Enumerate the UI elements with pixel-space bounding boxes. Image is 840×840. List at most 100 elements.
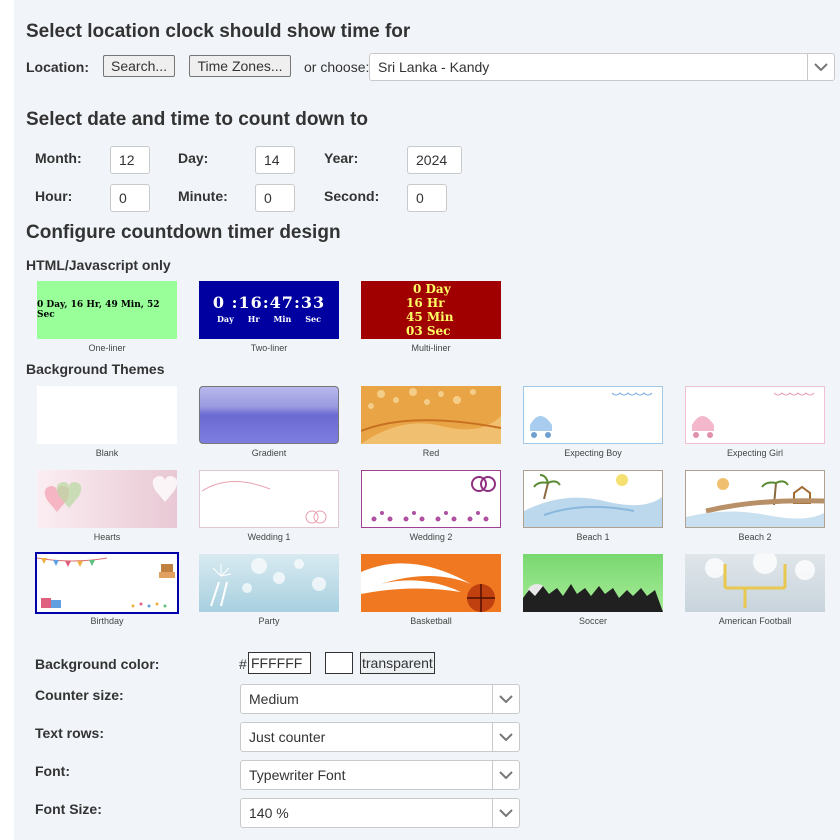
chevron-down-icon: [492, 723, 519, 751]
hearts-art: [44, 476, 177, 512]
hash-label: #: [239, 656, 247, 672]
background-color-label: Background color:: [35, 656, 160, 672]
counter-size-label: Counter size:: [35, 687, 124, 703]
birthday-art: [37, 557, 175, 608]
multi-line-min: 45 Min: [406, 310, 454, 324]
theme-caption: Hearts: [93, 532, 121, 542]
party-art: [210, 558, 326, 607]
unit-day: Day: [216, 314, 234, 324]
second-label: Second:: [324, 188, 380, 204]
month-input[interactable]: 12: [110, 146, 150, 174]
font-value: Typewriter Font: [249, 767, 346, 783]
stroller-art: [530, 392, 653, 438]
hour-label: Hour:: [35, 188, 73, 204]
location-select-value: Sri Lanka - Kandy: [378, 59, 490, 75]
search-button[interactable]: Search...: [103, 55, 175, 77]
theme-red[interactable]: [361, 386, 501, 444]
theme-expecting-girl[interactable]: [685, 386, 825, 444]
theme-caption: Gradient: [251, 448, 287, 458]
theme-caption: Soccer: [578, 616, 607, 626]
background-color-input[interactable]: FFFFFF: [248, 652, 311, 674]
theme-gradient[interactable]: [199, 386, 339, 444]
day-label: Day:: [178, 150, 209, 166]
theme-caption: Beach 2: [738, 532, 772, 542]
theme-basketball[interactable]: [361, 554, 501, 612]
multi-line-day: 0 Day: [413, 282, 451, 296]
theme-blank[interactable]: [37, 386, 177, 444]
wedding-rings-art: [371, 476, 496, 522]
theme-caption: Expecting Girl: [726, 448, 784, 458]
multi-liner-caption: Multi-liner: [411, 343, 451, 353]
theme-caption: Blank: [95, 448, 119, 458]
location-heading: Select location clock should show time f…: [26, 21, 411, 42]
theme-caption: Birthday: [90, 616, 124, 626]
theme-hearts[interactable]: [37, 470, 177, 528]
second-input[interactable]: 0: [407, 184, 447, 212]
text-rows-select[interactable]: Just counter: [240, 722, 520, 752]
basketball-art: [361, 563, 495, 612]
unit-sec: Sec: [305, 314, 322, 324]
theme-beach-1[interactable]: [523, 470, 663, 528]
counter-size-value: Medium: [249, 691, 299, 707]
font-size-select[interactable]: 140 %: [240, 798, 520, 828]
text-rows-label: Text rows:: [35, 725, 104, 741]
date-heading: Select date and time to count down to: [26, 109, 369, 130]
year-input[interactable]: 2024: [407, 146, 462, 174]
minute-input[interactable]: 0: [255, 184, 295, 212]
theme-caption: Red: [422, 448, 440, 458]
one-liner-preview[interactable]: 0 Day, 16 Hr, 49 Min, 52 Sec: [37, 281, 177, 339]
theme-caption: Basketball: [410, 616, 452, 626]
theme-caption: Wedding 1: [247, 532, 291, 542]
theme-birthday[interactable]: [35, 552, 179, 614]
theme-soccer[interactable]: [523, 554, 663, 612]
unit-min: Min: [273, 314, 292, 324]
wedding-art: [201, 480, 327, 524]
theme-wedding-1[interactable]: [199, 470, 339, 528]
year-label: Year:: [324, 150, 359, 166]
soccer-art: [523, 584, 663, 612]
chevron-down-icon: [492, 799, 519, 827]
hour-input[interactable]: 0: [110, 184, 150, 212]
month-label: Month:: [35, 150, 82, 166]
time-zones-button[interactable]: Time Zones...: [189, 55, 291, 77]
design-heading: Configure countdown timer design: [26, 222, 341, 243]
beach-art: [524, 474, 662, 527]
font-size-label: Font Size:: [35, 801, 102, 817]
transparent-button[interactable]: transparent: [360, 652, 435, 674]
day-input[interactable]: 14: [255, 146, 295, 174]
chevron-down-icon: [807, 54, 834, 80]
beach-art: [686, 478, 824, 527]
theme-beach-2[interactable]: [685, 470, 825, 528]
red-theme-art: [361, 386, 501, 444]
multi-liner-preview[interactable]: 0 Day 16 Hr 45 Min 03 Sec: [361, 281, 501, 339]
theme-caption: American Football: [718, 616, 792, 626]
two-liner-preview[interactable]: 0 :16:47:33 Day Hr Min Sec: [199, 281, 339, 339]
font-size-value: 140 %: [249, 805, 289, 821]
chevron-down-icon: [492, 761, 519, 789]
one-liner-caption: One-liner: [88, 343, 126, 353]
one-liner-text: 0 Day, 16 Hr, 49 Min, 52 Sec: [37, 300, 160, 320]
two-liner-time: 0 :16:47:33: [212, 293, 326, 312]
stroller-art: [692, 392, 815, 438]
color-swatch[interactable]: [325, 652, 353, 674]
theme-american-football[interactable]: [685, 554, 825, 612]
multi-line-hr: 16 Hr: [406, 296, 445, 310]
theme-party[interactable]: [199, 554, 339, 612]
theme-expecting-boy[interactable]: [523, 386, 663, 444]
background-themes-heading: Background Themes: [26, 361, 165, 377]
html-only-heading: HTML/Javascript only: [26, 257, 171, 273]
minute-label: Minute:: [178, 188, 228, 204]
chevron-down-icon: [492, 685, 519, 713]
theme-caption: Expecting Boy: [564, 448, 622, 458]
two-liner-caption: Two-liner: [250, 343, 288, 353]
theme-caption: Beach 1: [576, 532, 610, 542]
font-select[interactable]: Typewriter Font: [240, 760, 520, 790]
football-art: [705, 554, 815, 608]
theme-caption: Wedding 2: [409, 532, 453, 542]
counter-size-select[interactable]: Medium: [240, 684, 520, 714]
location-select[interactable]: Sri Lanka - Kandy: [369, 53, 835, 81]
or-choose-label: or choose:: [304, 59, 370, 75]
multi-line-sec: 03 Sec: [406, 324, 451, 338]
location-label: Location:: [26, 59, 89, 75]
theme-wedding-2[interactable]: [361, 470, 501, 528]
